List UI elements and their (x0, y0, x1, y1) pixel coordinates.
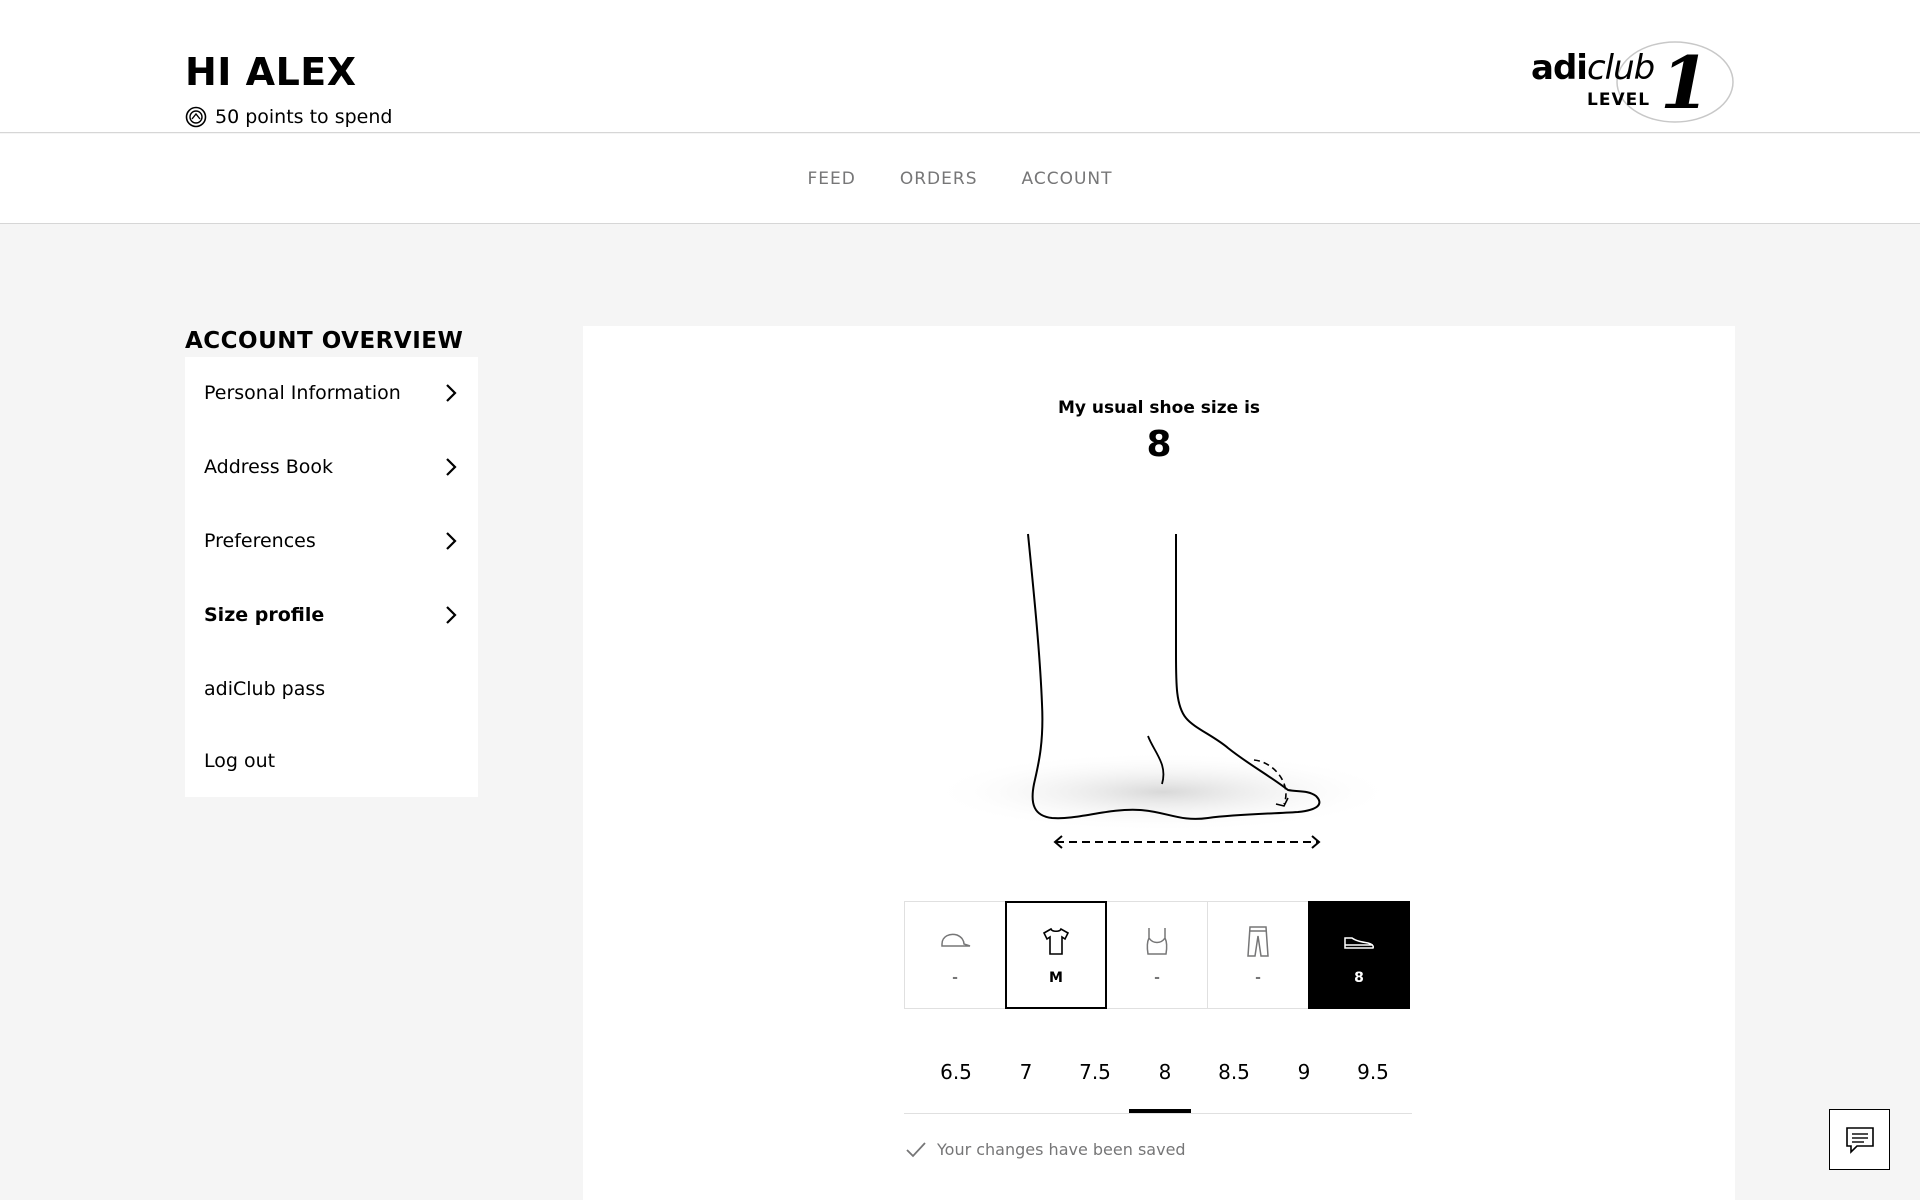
account-overview-title: ACCOUNT OVERVIEW (185, 328, 464, 354)
category-value: - (952, 970, 958, 986)
size-option[interactable]: 8.5 (1204, 1060, 1264, 1084)
category-value: - (1154, 970, 1160, 986)
level-number: 1 (1660, 40, 1711, 125)
category-pants[interactable]: - (1207, 901, 1309, 1009)
pants-icon (1247, 926, 1269, 957)
chevron-right-icon (446, 384, 457, 402)
chevron-right-icon (446, 532, 457, 550)
shoe-size-selector: 6.5 7 7.5 8 8.5 9 9.5 (904, 1054, 1412, 1114)
tshirt-icon (1042, 927, 1070, 955)
sidebar-item-label: Size profile (204, 604, 325, 626)
size-option[interactable]: 7.5 (1065, 1060, 1125, 1084)
category-value: - (1255, 970, 1261, 986)
category-value: 8 (1354, 970, 1364, 986)
category-tshirt[interactable]: M (1005, 901, 1107, 1009)
size-profile-card: My usual shoe size is 8 - M - - 8 6.5 7 … (583, 326, 1735, 1200)
sidebar-item-personal-information[interactable]: Personal Information (204, 373, 459, 413)
points-balance: 50 points to spend (185, 106, 392, 128)
cap-icon (941, 933, 971, 947)
sidebar-item-address-book[interactable]: Address Book (204, 447, 459, 487)
chat-button[interactable] (1829, 1109, 1890, 1170)
size-option[interactable]: 7 (996, 1060, 1056, 1084)
sidebar-item-size-profile[interactable]: Size profile (204, 595, 459, 635)
sidebar-item-label: Preferences (204, 530, 316, 552)
shoe-size-caption: My usual shoe size is (1057, 398, 1261, 418)
shoe-icon (1344, 937, 1374, 949)
nav-feed[interactable]: FEED (808, 169, 856, 189)
checkmark-icon (906, 1141, 926, 1157)
nav-account[interactable]: ACCOUNT (1022, 169, 1113, 189)
size-option[interactable]: 9 (1274, 1060, 1334, 1084)
sidebar-item-label: Personal Information (204, 382, 401, 404)
saved-message: Your changes have been saved (937, 1140, 1186, 1159)
size-option-selected[interactable]: 8 (1135, 1060, 1195, 1084)
sports-bra-icon (1146, 928, 1168, 955)
adiclub-level-badge[interactable]: adiclub LEVEL 1 (1525, 38, 1735, 126)
main-nav: FEED ORDERS ACCOUNT (0, 134, 1920, 224)
adiclub-logo: adiclub (1531, 48, 1655, 88)
account-sidebar: Personal Information Address Book Prefer… (185, 357, 478, 797)
chevron-right-icon (446, 606, 457, 624)
size-option[interactable]: 6.5 (926, 1060, 986, 1084)
size-category-tabs: - M - - 8 (904, 901, 1412, 1009)
top-header: HI ALEX 50 points to spend adiclub LEVEL… (0, 0, 1920, 133)
sidebar-item-preferences[interactable]: Preferences (204, 521, 459, 561)
size-option[interactable]: 9.5 (1343, 1060, 1403, 1084)
sidebar-item-label: Address Book (204, 456, 333, 478)
save-confirmation: Your changes have been saved (905, 1140, 1186, 1159)
adiclub-coin-icon (185, 106, 207, 128)
nav-orders[interactable]: ORDERS (900, 169, 978, 189)
sidebar-item-log-out[interactable]: Log out (204, 741, 459, 781)
sidebar-item-label: Log out (204, 750, 276, 772)
foot-measure-illustration (928, 533, 1398, 849)
category-value: M (1049, 970, 1063, 986)
level-label: LEVEL (1587, 90, 1651, 110)
greeting: HI ALEX (185, 50, 357, 94)
shoe-size-value: 8 (1146, 424, 1172, 465)
chevron-right-icon (446, 458, 457, 476)
sidebar-item-adiclub-pass[interactable]: adiClub pass (204, 669, 459, 709)
category-shoes[interactable]: 8 (1308, 901, 1410, 1009)
sidebar-item-label: adiClub pass (204, 678, 326, 700)
chat-icon (1845, 1126, 1874, 1154)
points-text: 50 points to spend (215, 106, 393, 128)
category-sports-bra[interactable]: - (1106, 901, 1208, 1009)
category-cap[interactable]: - (904, 901, 1006, 1009)
selected-size-indicator (1129, 1109, 1191, 1113)
